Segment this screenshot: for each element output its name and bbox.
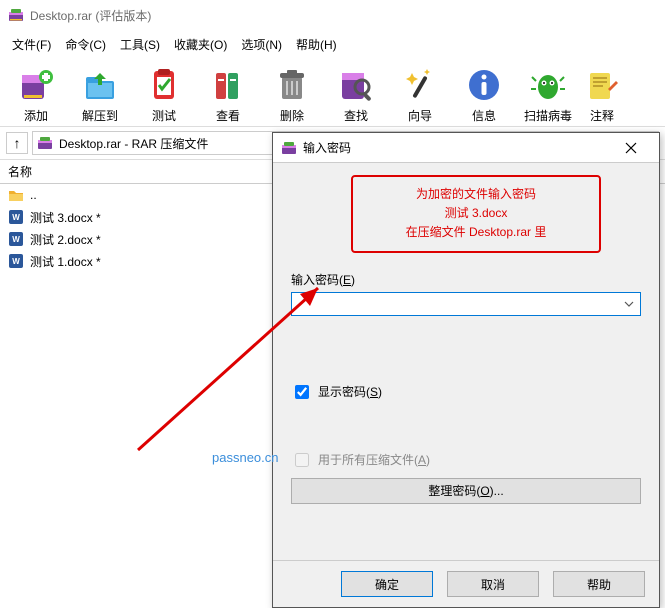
- file-name: 测试 3.docx *: [30, 209, 101, 226]
- nav-up[interactable]: ↑: [6, 132, 28, 154]
- winrar-icon: [8, 7, 24, 23]
- col-name: 名称: [8, 163, 32, 180]
- all-archives-checkbox[interactable]: 用于所有压缩文件(A): [291, 450, 641, 470]
- menu-file[interactable]: 文件(F): [8, 34, 55, 55]
- manage-passwords-button[interactable]: 整理密码(O)...: [291, 478, 641, 504]
- tb-extract[interactable]: 解压到: [68, 65, 132, 124]
- file-name: 测试 2.docx *: [30, 231, 101, 248]
- ok-button[interactable]: 确定: [341, 571, 433, 597]
- scan-icon: [528, 65, 568, 105]
- docx-icon: W: [8, 253, 24, 269]
- watermark: passneo.cn: [212, 450, 279, 465]
- message-box: 为加密的文件输入密码 测试 3.docx 在压缩文件 Desktop.rar 里: [351, 175, 601, 253]
- menu-options[interactable]: 选项(N): [237, 34, 286, 55]
- dialog-buttons: 确定 取消 帮助: [273, 560, 659, 607]
- docx-icon: W: [8, 231, 24, 247]
- tb-view[interactable]: 查看: [196, 65, 260, 124]
- file-name: 测试 1.docx *: [30, 253, 101, 270]
- tb-test[interactable]: 测试: [132, 65, 196, 124]
- tb-comment[interactable]: 注释: [580, 65, 624, 124]
- menu-tools[interactable]: 工具(S): [116, 34, 164, 55]
- msg-line1: 为加密的文件输入密码: [365, 185, 587, 204]
- parent-dir-label: ..: [30, 188, 37, 202]
- main-titlebar: Desktop.rar (评估版本): [0, 0, 665, 30]
- dialog-titlebar: 输入密码: [273, 133, 659, 163]
- info-icon: [464, 65, 504, 105]
- winrar-icon: [281, 140, 297, 156]
- folder-up-icon: [8, 187, 24, 203]
- password-input[interactable]: [292, 293, 618, 315]
- tb-add[interactable]: 添加: [4, 65, 68, 124]
- password-label: 输入密码(E): [291, 271, 641, 288]
- password-combo[interactable]: [291, 292, 641, 316]
- view-icon: [208, 65, 248, 105]
- show-password-input[interactable]: [295, 385, 309, 399]
- delete-icon: [272, 65, 312, 105]
- find-icon: [336, 65, 376, 105]
- menu-cmd[interactable]: 命令(C): [61, 34, 110, 55]
- tb-find[interactable]: 查找: [324, 65, 388, 124]
- menubar: 文件(F) 命令(C) 工具(S) 收藏夹(O) 选项(N) 帮助(H): [0, 30, 665, 59]
- address-text: Desktop.rar - RAR 压缩文件: [59, 135, 208, 152]
- msg-line3: 在压缩文件 Desktop.rar 里: [365, 223, 587, 242]
- tb-wizard[interactable]: 向导: [388, 65, 452, 124]
- dialog-title: 输入密码: [303, 139, 605, 156]
- menu-fav[interactable]: 收藏夹(O): [170, 34, 231, 55]
- tb-info[interactable]: 信息: [452, 65, 516, 124]
- close-icon: [625, 142, 637, 154]
- help-button[interactable]: 帮助: [553, 571, 645, 597]
- menu-help[interactable]: 帮助(H): [292, 34, 341, 55]
- tb-scan[interactable]: 扫描病毒: [516, 65, 580, 124]
- extract-icon: [80, 65, 120, 105]
- wizard-icon: [400, 65, 440, 105]
- add-icon: [16, 65, 56, 105]
- dialog-body: 为加密的文件输入密码 测试 3.docx 在压缩文件 Desktop.rar 里…: [273, 163, 659, 560]
- comment-icon: [582, 65, 622, 105]
- toolbar: 添加 解压到 测试 查看 删除 查找 向导: [0, 59, 665, 127]
- cancel-button[interactable]: 取消: [447, 571, 539, 597]
- password-dialog: 输入密码 为加密的文件输入密码 测试 3.docx 在压缩文件 Desktop.…: [272, 132, 660, 608]
- msg-line2: 测试 3.docx: [365, 204, 587, 223]
- tb-delete[interactable]: 删除: [260, 65, 324, 124]
- archive-icon: [37, 135, 53, 151]
- close-button[interactable]: [611, 134, 651, 162]
- chevron-down-icon[interactable]: [618, 293, 640, 315]
- show-password-checkbox[interactable]: 显示密码(S): [291, 382, 641, 402]
- all-archives-input[interactable]: [295, 453, 309, 467]
- docx-icon: W: [8, 209, 24, 225]
- main-title: Desktop.rar (评估版本): [30, 7, 151, 24]
- test-icon: [144, 65, 184, 105]
